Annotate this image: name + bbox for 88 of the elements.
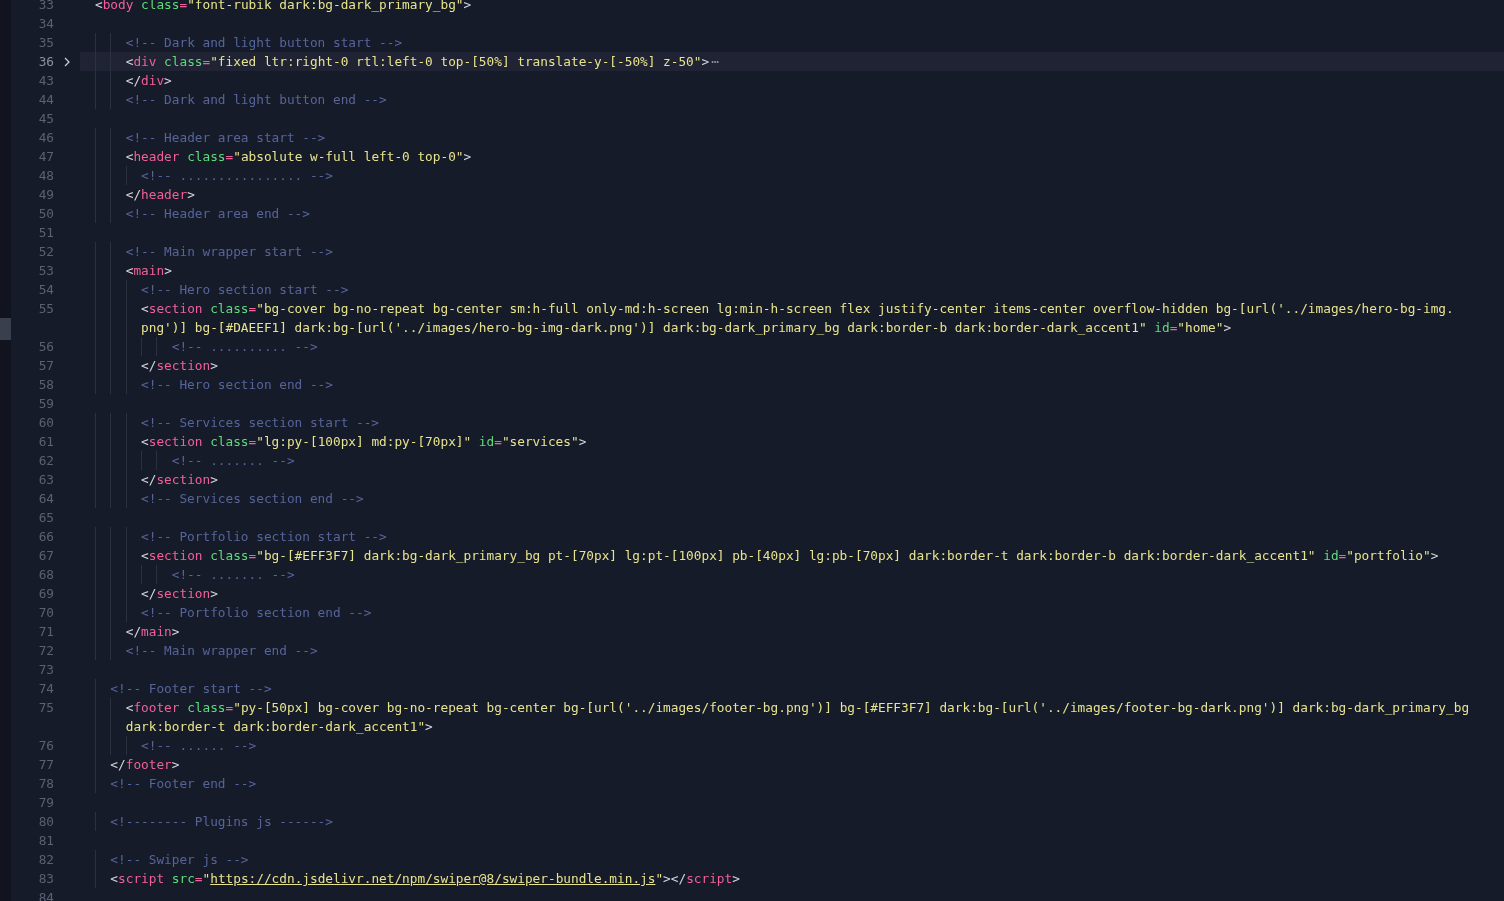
line-number: 80 [38,813,54,831]
line-number: 43 [38,72,54,90]
code-line: </header> [125,186,195,204]
url-link[interactable]: https://cdn.jsdelivr.net/npm/swiper@8/swiper-bundle.min.js [210,871,656,886]
line-number: 58 [38,376,54,394]
code-line: <!-- Main wrapper start --> [125,243,333,261]
line-number: 74 [38,680,54,698]
line-number: 59 [38,395,54,413]
line-number: 79 [38,794,54,812]
line-number: 54 [38,281,54,299]
code-line: png')] bg-[#DAEEF1] dark:bg-[url('../images/hero-bg-img-dark.png')] dark:bg-dark_primary_bg dark:border-b dark:border-dark_accent1" id="home"> [141,319,1232,337]
code-line: <body class="font-rubik dark:bg-dark_primary_bg"> [95,0,472,14]
code-line: <!-- Main wrapper end --> [125,642,318,660]
line-number: 35 [38,34,54,52]
line-number: 69 [38,585,54,603]
line-number: 81 [38,832,54,850]
line-number: 50 [38,205,54,223]
code-line: <main> [125,262,172,280]
line-number: 73 [38,661,54,679]
line-number: 65 [38,509,54,527]
code-line: <section class="bg-[#EFF3F7] dark:bg-dark_primary_bg pt-[70px] lg:pt-[100px] pb-[40px] lg:pb-[70px] dark:border-t dark:border-b dark:border-dark_accent1" id="portfolio"> [141,547,1439,565]
line-number: 61 [38,433,54,451]
code-line: <header class="absolute w-full left-0 top-0"> [125,148,472,166]
line-number: 68 [38,566,54,584]
code-line: <!-------- Plugins js ------> [110,813,333,831]
code-line: <!-- Swiper js --> [110,851,249,869]
line-number: 76 [38,737,54,755]
code-line: </section> [141,471,218,489]
line-number: 51 [38,224,54,242]
line-number: 36 [38,53,54,71]
code-line: <section class="bg-cover bg-no-repeat bg-center sm:h-full only-md:h-screen lg:min-h-screen flex justify-center items-center overflow-hidden bg-[url('../images/hero-bg-img. [141,300,1454,318]
line-number: 83 [38,870,54,888]
line-number: 53 [38,262,54,280]
code-line: <!-- ....... --> [171,566,295,584]
code-line: <!-- Footer start --> [110,680,272,698]
line-number: 66 [38,528,54,546]
code-line: </section> [141,585,218,603]
scrollbar-thumb[interactable] [0,318,11,340]
line-number: 77 [38,756,54,774]
code-line: <!-- Dark and light button start --> [125,34,403,52]
code-line: <!-- Services section start --> [141,414,380,432]
line-number: 48 [38,167,54,185]
line-number: 60 [38,414,54,432]
chevron-right-icon[interactable] [64,56,70,67]
code-line: <!-- Footer end --> [110,775,257,793]
line-number: 46 [38,129,54,147]
code-line: <!-- ................ --> [141,167,333,185]
code-line: dark:border-t dark:border-dark_accent1"> [125,718,433,736]
line-number: 44 [38,91,54,109]
code-line: <!-- Portfolio section end --> [141,604,372,622]
code-line: <!-- Header area end --> [125,205,310,223]
code-line: <!-- Header area start --> [125,129,326,147]
line-number: 67 [38,547,54,565]
code-line: <!-- Dark and light button end --> [125,91,387,109]
code-line: <script src="https://cdn.jsdelivr.net/npm/swiper@8/swiper-bundle.min.js"></script> [110,870,740,888]
line-number: 45 [38,110,54,128]
line-number: 63 [38,471,54,489]
code-line: <!-- Hero section end --> [141,376,333,394]
code-line: <!-- Services section end --> [141,490,364,508]
line-number: 55 [38,300,54,318]
line-number: 49 [38,186,54,204]
line-number: 64 [38,490,54,508]
code-line: <footer class="py-[50px] bg-cover bg-no-repeat bg-center bg-[url('../images/footer-bg.png')] bg-[#EFF3F7] dark:bg-[url('../images/footer-bg-dark.png')] dark:bg-dark_primary_bg [125,699,1470,717]
code-line: </main> [125,623,180,641]
code-line: <!-- ...... --> [141,737,257,755]
line-number: 34 [38,15,54,33]
code-line: </section> [141,357,218,375]
code-line: <!-- Portfolio section start --> [141,528,387,546]
code-line: <div class="fixed ltr:right-0 rtl:left-0 top-[50%] translate-y-[-50%] z-50"> [125,53,710,71]
code-line: <!-- ....... --> [171,452,295,470]
line-number: 33 [38,0,54,14]
line-number: 78 [38,775,54,793]
code-line: </footer> [110,756,180,774]
code-line: <!-- .......... --> [171,338,318,356]
line-number: 70 [38,604,54,622]
line-number: 52 [38,243,54,261]
line-number: 47 [38,148,54,166]
code-line: <section class="lg:py-[100px] md:py-[70px]" id="services"> [141,433,587,451]
line-number: 62 [38,452,54,470]
line-number: 72 [38,642,54,660]
line-number: 57 [38,357,54,375]
line-number: 71 [38,623,54,641]
code-line: <!-- Hero section start --> [141,281,349,299]
fold-ellipsis[interactable]: ⋯ [711,52,719,71]
line-number: 56 [38,338,54,356]
line-number: 82 [38,851,54,869]
code-line: </div> [125,72,172,90]
line-number: 75 [38,699,54,717]
